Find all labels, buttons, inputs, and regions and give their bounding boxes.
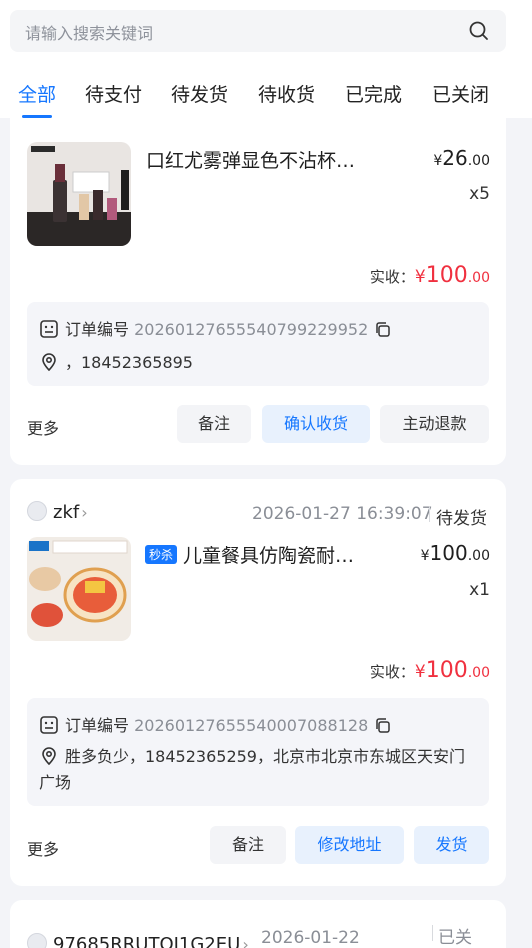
lipstick-image-icon — [27, 142, 131, 246]
tab-all-label: 全部 — [18, 84, 57, 106]
divider — [429, 506, 430, 522]
unit-price: ¥100.00 — [421, 541, 490, 565]
status-tabs: 全部 待支付 待发货 待收货 已完成 已关闭 — [0, 78, 532, 118]
paid-label: 实收： — [369, 268, 415, 286]
address-line-1: 胜多负少，18452365259，北京市北京市东城区天安门 — [65, 747, 465, 766]
tab-pending-receipt[interactable]: 待收货 — [258, 80, 315, 107]
price-currency: ¥ — [420, 548, 430, 564]
more-link[interactable]: 更多 — [27, 836, 59, 860]
order-info-box: 订单编号 20260127655540799229952 ，1845236589… — [27, 302, 489, 386]
tab-pending-shipment[interactable]: 待发货 — [171, 80, 228, 107]
address-row: 胜多负少，18452365259，北京市北京市东城区天安门 — [39, 744, 465, 770]
shop-name: 97685RRUTOJ1G2EU — [53, 934, 241, 948]
paid-decimal: .00 — [467, 270, 490, 286]
order-number-label: 订单编号 — [65, 320, 130, 339]
remark-button[interactable]: 备注 — [177, 405, 251, 443]
order-status: 已关 — [438, 928, 472, 948]
paid-currency: ¥ — [414, 267, 426, 287]
order-card-3: 97685RRUTOJ1G2EU › 2026-01-22 已关 — [10, 900, 506, 948]
quantity: x5 — [469, 184, 490, 204]
tab-completed[interactable]: 已完成 — [345, 80, 402, 107]
product-title-text: 儿童餐具仿陶瓷耐… — [183, 545, 355, 567]
unit-price: ¥26.00 — [433, 146, 490, 170]
location-pin-icon — [42, 353, 56, 372]
tab-closed[interactable]: 已关闭 — [432, 80, 489, 107]
chevron-right-icon: › — [242, 935, 249, 948]
search-icon[interactable] — [467, 19, 491, 43]
shop-name: zkf — [53, 502, 80, 523]
address-row: ，18452365895 — [39, 350, 193, 376]
order-number-row: 订单编号 20260127655540799229952 — [39, 316, 391, 340]
address-line-2: 广场 — [39, 773, 72, 792]
product-title[interactable]: 口红尤雾弹显色不沾杯… — [146, 146, 355, 173]
order-status: 待发货 — [436, 509, 487, 529]
tab-all[interactable]: 全部 — [18, 80, 57, 118]
price-integer: 100 — [429, 541, 468, 565]
avatar — [27, 501, 47, 521]
ship-button[interactable]: 发货 — [414, 826, 489, 864]
paid-integer: 100 — [425, 658, 468, 683]
order-doc-icon — [40, 320, 58, 338]
copy-icon[interactable] — [374, 321, 391, 338]
quantity: x1 — [469, 580, 490, 600]
order-number: 20260127655540799229952 — [134, 320, 369, 339]
header: 请输入搜索关键词 全部 待支付 待发货 待收货 已完成 已关闭 — [0, 0, 532, 118]
chevron-right-icon: › — [81, 503, 88, 522]
order-number-label: 订单编号 — [65, 716, 130, 735]
avatar — [27, 933, 47, 948]
confirm-receipt-button[interactable]: 确认收货 — [262, 405, 370, 443]
address-row-2: 广场 — [39, 770, 71, 796]
price-integer: 26 — [442, 146, 468, 170]
product-image-lipstick[interactable] — [27, 142, 131, 246]
product-image-tableware[interactable] — [27, 537, 131, 641]
paid-currency: ¥ — [414, 662, 426, 682]
order-card-2: zkf › 2026-01-27 16:39:07 待发货 秒杀 儿童餐具仿陶瓷耐…… — [10, 479, 506, 886]
price-decimal: .00 — [467, 548, 490, 564]
order-number: 20260127655540007088128 — [134, 716, 369, 735]
active-tab-indicator — [22, 115, 52, 118]
copy-icon[interactable] — [374, 717, 391, 734]
remark-button[interactable]: 备注 — [210, 826, 286, 864]
flash-sale-tag: 秒杀 — [145, 545, 178, 564]
edit-address-button[interactable]: 修改地址 — [295, 826, 404, 864]
more-link[interactable]: 更多 — [27, 415, 59, 439]
paid-label: 实收： — [369, 663, 415, 681]
refund-button[interactable]: 主动退款 — [380, 405, 489, 443]
paid-decimal: .00 — [467, 665, 490, 681]
order-card-1: 口红尤雾弹显色不沾杯… ¥26.00 x5 实收：¥100.00 订单编号 20… — [10, 92, 506, 465]
order-info-box: 订单编号 20260127655540007088128 胜多负少，184523… — [27, 698, 489, 806]
order-date: 2026-01-22 — [261, 928, 360, 948]
tableware-image-icon — [27, 537, 131, 641]
divider — [432, 925, 433, 941]
paid-amount: 实收：¥100.00 — [370, 658, 490, 683]
order-doc-icon — [40, 716, 58, 734]
address-text: ，18452365895 — [65, 353, 193, 372]
product-title[interactable]: 秒杀 儿童餐具仿陶瓷耐… — [145, 541, 354, 568]
search-bar[interactable]: 请输入搜索关键词 — [10, 10, 506, 52]
order-number-row: 订单编号 20260127655540007088128 — [39, 712, 391, 736]
paid-integer: 100 — [425, 263, 468, 288]
tab-pending-payment[interactable]: 待支付 — [85, 80, 142, 107]
paid-amount: 实收：¥100.00 — [370, 263, 490, 288]
price-currency: ¥ — [433, 153, 443, 169]
search-input[interactable]: 请输入搜索关键词 — [25, 20, 153, 44]
shop-name-row[interactable]: zkf › — [27, 501, 88, 523]
location-pin-icon — [42, 747, 56, 766]
shop-name-row[interactable]: 97685RRUTOJ1G2EU › — [27, 933, 249, 948]
price-decimal: .00 — [467, 153, 490, 169]
order-date: 2026-01-27 16:39:07 — [252, 504, 433, 524]
